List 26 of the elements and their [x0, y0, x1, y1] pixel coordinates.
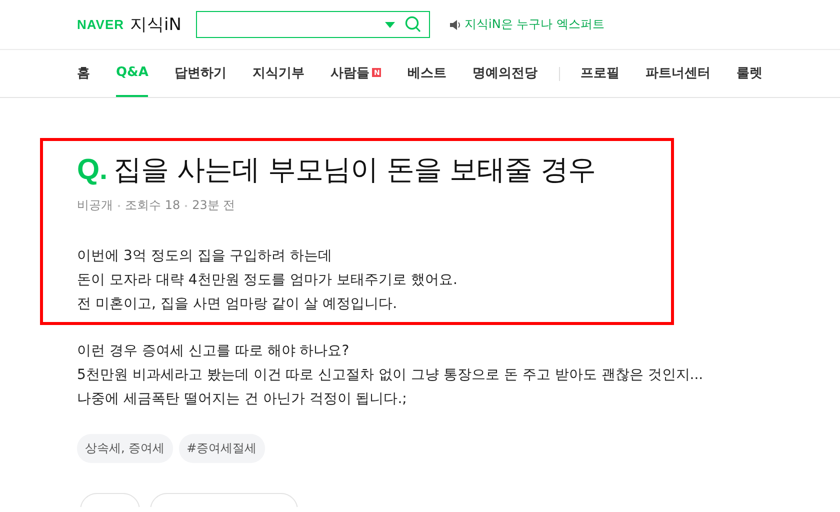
nav-tab[interactable]: 파트너센터 [645, 50, 710, 97]
logo-link[interactable]: NAVER 지식iN [77, 13, 182, 36]
speaker-icon [450, 20, 460, 30]
nav-tab[interactable]: 프로필 [580, 50, 620, 97]
body-text: 이런 경우 증여세 신고를 따로 해야 하나요? [77, 342, 350, 361]
nav-tab[interactable]: 룰렛 [736, 50, 762, 97]
body-text: 전 미혼이고, 집을 사면 엄마랑 같이 살 예정입니다. [77, 295, 398, 314]
meta-text: 23분 전 [192, 197, 236, 214]
nav-tab[interactable]: 베스트 [407, 50, 446, 97]
body-text: 5천만원 비과세라고 봤는데 이건 따로 신고절차 없이 그냥 통장으로 돈 주고 받아도 괜찮은 것인지... [77, 366, 704, 385]
body-text: 돈이 모자라 대략 4천만원 정도를 엄마가 보태주기로 했어요. [77, 271, 459, 290]
tag-chip[interactable]: #증여세절세 [178, 434, 265, 463]
search-icon[interactable] [404, 16, 420, 33]
body-text: 나중에 세금폭탄 떨어지는 건 아닌가 걱정이 됩니다.; [77, 390, 408, 409]
nav-tab[interactable]: 답변하기 [174, 50, 226, 97]
caret-icon[interactable] [384, 22, 394, 28]
question-mark: Q. [77, 154, 108, 187]
search-field[interactable] [196, 11, 430, 38]
meta-text: 조회수 18 [125, 197, 180, 214]
nav-tab[interactable]: 홈 [77, 50, 90, 97]
nav-tab[interactable]: 명예의전당 [472, 50, 538, 97]
body-text: 이번에 3억 정도의 집을 구입하려 하는데 [77, 247, 334, 266]
tag-chip[interactable]: 상속세, 증여세 [77, 434, 173, 463]
meta-text: 비공개 [77, 197, 113, 214]
question-title: 집을 사는데 부모님이 돈을 보태줄 경우 [114, 152, 596, 188]
nav-tab[interactable]: 지식기부 [252, 50, 304, 97]
